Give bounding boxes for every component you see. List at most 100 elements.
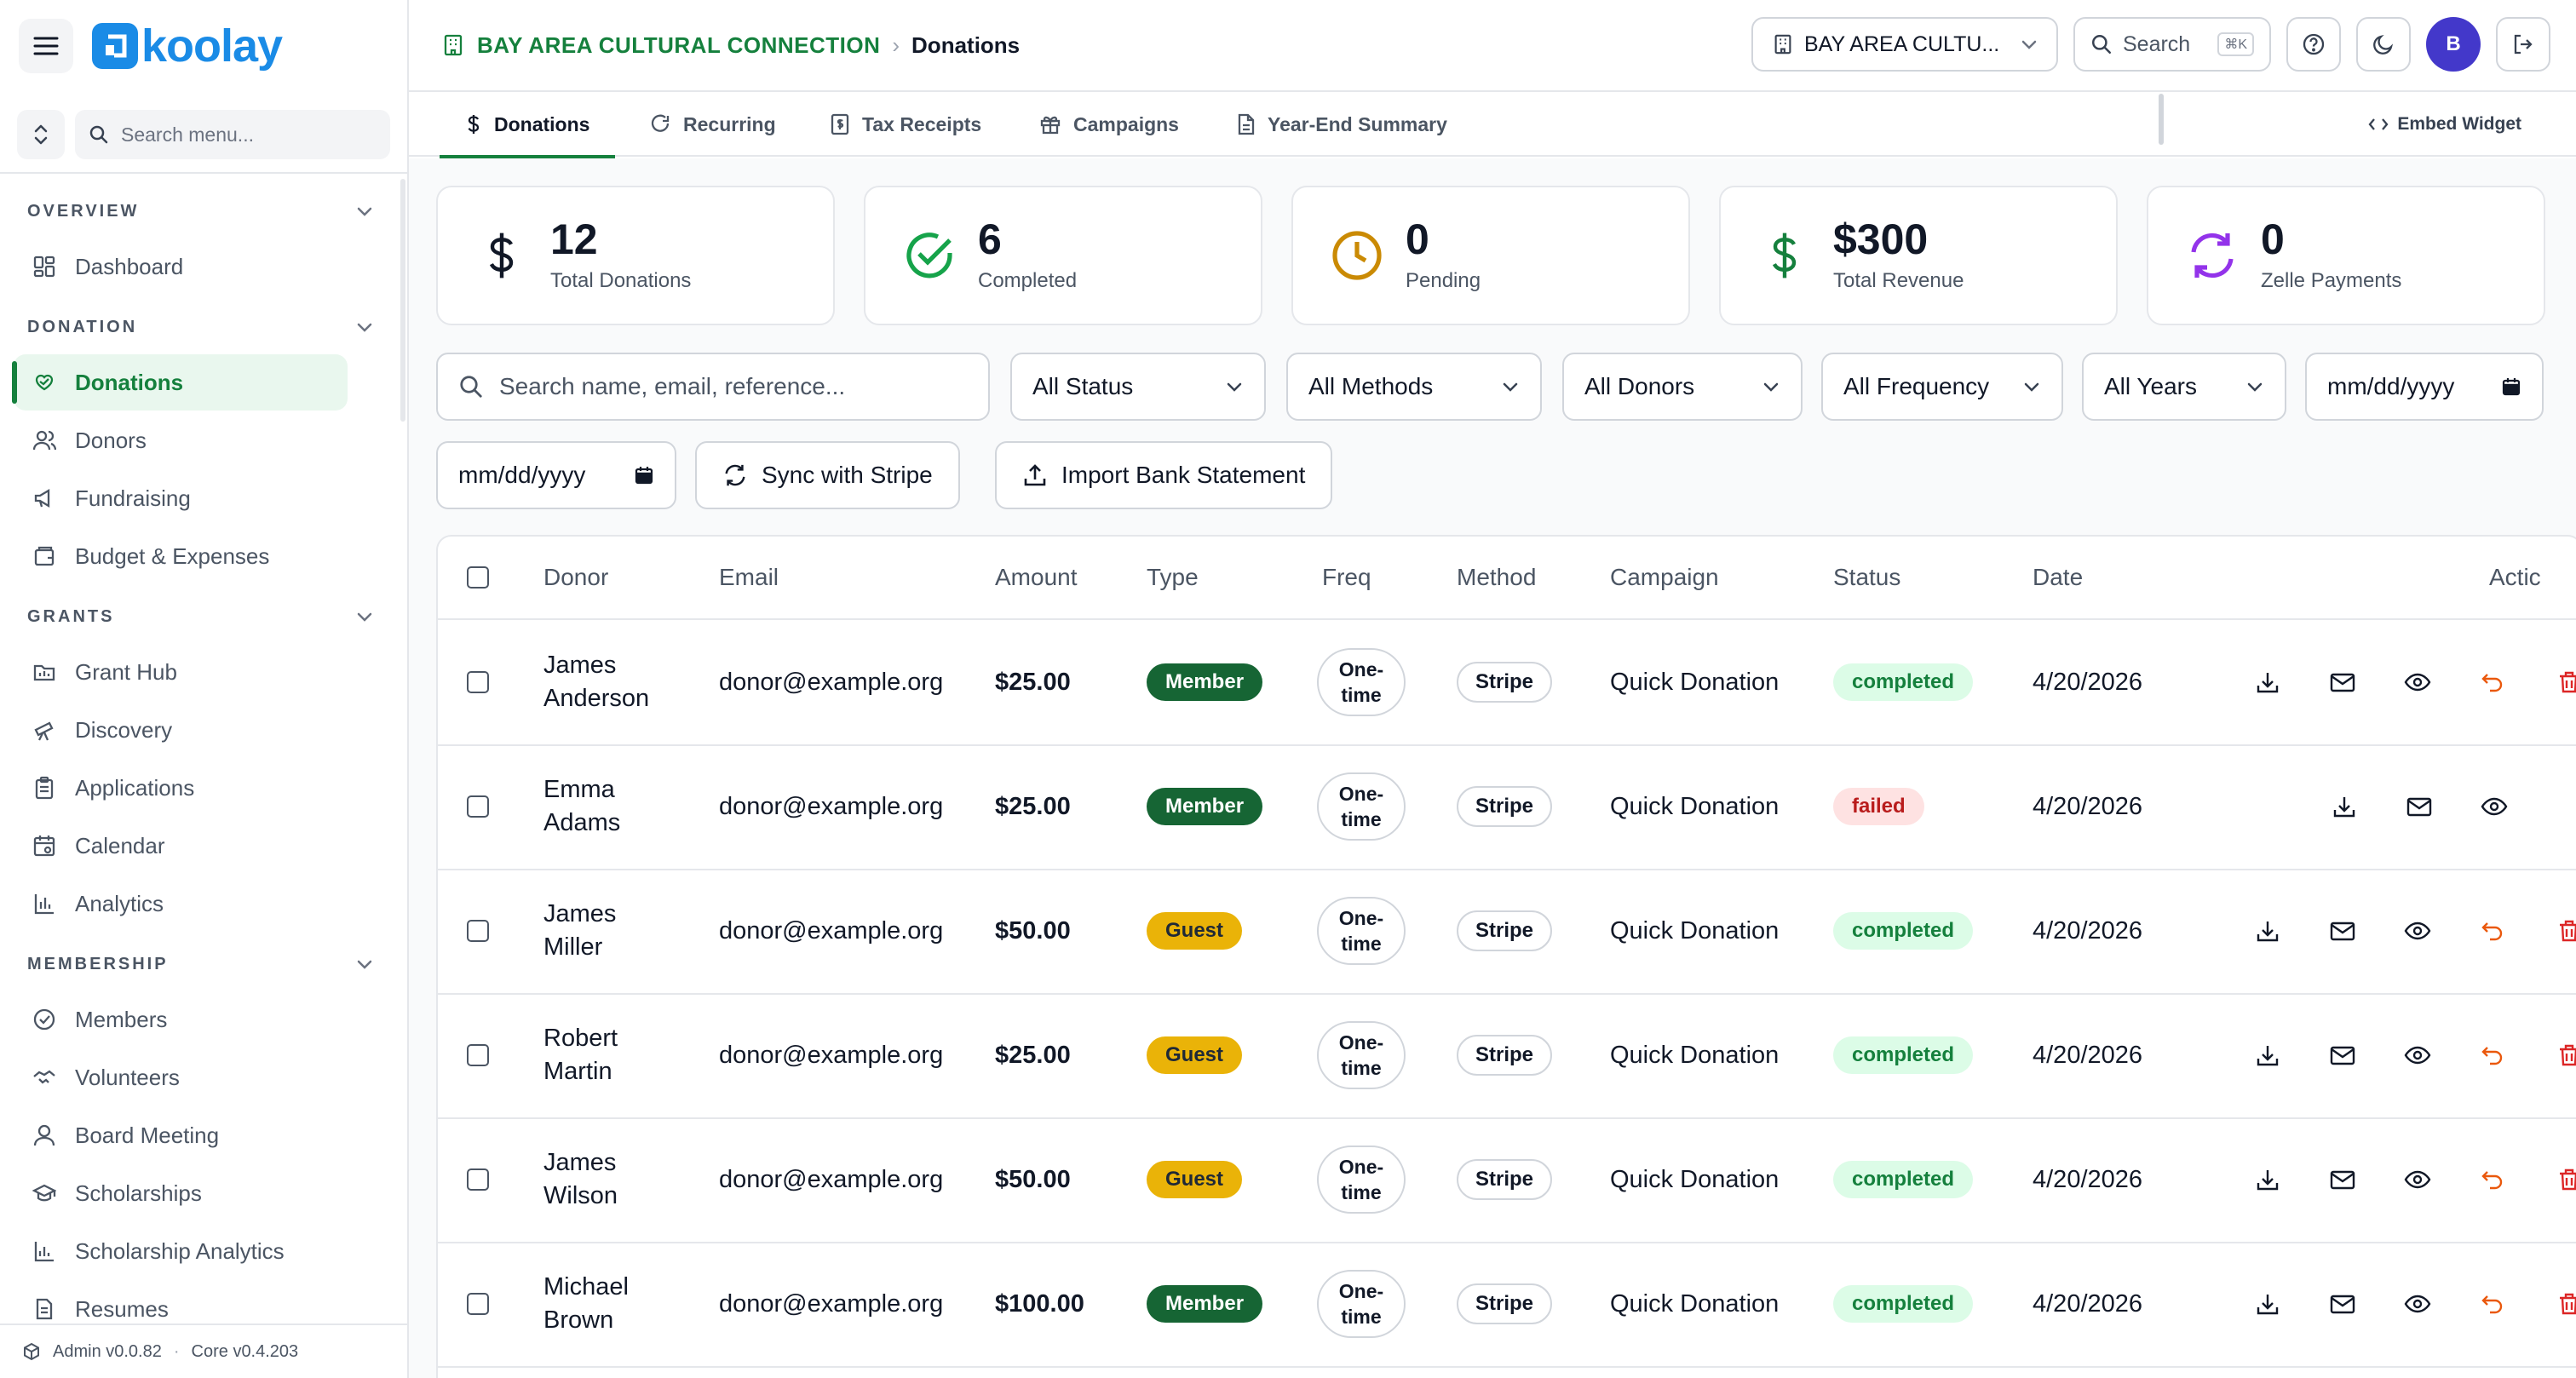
download-receipt-button[interactable] xyxy=(2251,1038,2285,1072)
delete-button[interactable] xyxy=(2552,1287,2576,1321)
delete-button[interactable] xyxy=(2552,914,2576,948)
date-to-input[interactable]: mm/dd/yyyy xyxy=(436,441,676,509)
column-header-type[interactable]: Type xyxy=(1147,537,1199,618)
row-checkbox[interactable] xyxy=(467,1044,489,1066)
tab-donations[interactable]: Donations xyxy=(439,92,617,158)
breadcrumb-org[interactable]: BAY AREA CULTURAL CONNECTION xyxy=(477,32,880,59)
tab-tax-receipts[interactable]: Tax Receipts xyxy=(830,92,981,157)
sync-stripe-button[interactable]: Sync with Stripe xyxy=(695,441,960,509)
table-row[interactable]: Robert Martin donor@example.org $25.00 Guest… xyxy=(438,993,2576,1117)
section-donation[interactable]: DONATION xyxy=(0,301,400,353)
section-grants[interactable]: GRANTS xyxy=(0,591,400,642)
section-membership[interactable]: MEMBERSHIP xyxy=(0,939,400,990)
sidebar-item-scholarship-analytics[interactable]: Scholarship Analytics xyxy=(14,1223,348,1279)
email-receipt-button[interactable] xyxy=(2326,1163,2360,1197)
refund-button[interactable] xyxy=(2475,1038,2510,1072)
row-checkbox[interactable] xyxy=(467,920,489,942)
donor-name[interactable]: Michael Brown xyxy=(543,1271,663,1337)
refund-button[interactable] xyxy=(2475,914,2510,948)
refund-button[interactable] xyxy=(2475,1163,2510,1197)
refund-button[interactable] xyxy=(2475,1287,2510,1321)
user-avatar[interactable]: B xyxy=(2426,17,2481,72)
download-receipt-button[interactable] xyxy=(2251,914,2285,948)
row-checkbox[interactable] xyxy=(467,1168,489,1191)
column-header-date[interactable]: Date xyxy=(2033,537,2083,618)
donor-name[interactable]: Robert Martin xyxy=(543,1022,663,1088)
frequency-filter-select[interactable]: All Frequency xyxy=(1821,353,2063,421)
email-receipt-button[interactable] xyxy=(2326,1287,2360,1321)
donor-name[interactable]: James Wilson xyxy=(543,1146,663,1213)
donor-name[interactable]: Emma Adams xyxy=(543,773,663,840)
tab-campaigns[interactable]: Campaigns xyxy=(1039,92,1179,157)
column-header-amount[interactable]: Amount xyxy=(995,537,1078,618)
app-logo[interactable]: koolay xyxy=(92,20,283,72)
email-receipt-button[interactable] xyxy=(2402,789,2436,824)
column-header-freq[interactable]: Freq xyxy=(1322,537,1371,618)
column-header-method[interactable]: Method xyxy=(1457,537,1536,618)
download-receipt-button[interactable] xyxy=(2251,1163,2285,1197)
view-donation-button[interactable] xyxy=(2401,1287,2435,1321)
select-all-checkbox[interactable] xyxy=(467,566,489,589)
sidebar-item-budget-expenses[interactable]: Budget & Expenses xyxy=(14,528,348,584)
row-checkbox[interactable] xyxy=(467,795,489,818)
row-checkbox[interactable] xyxy=(467,1293,489,1315)
sidebar-item-grant-hub[interactable]: Grant Hub xyxy=(14,644,348,700)
view-donation-button[interactable] xyxy=(2401,1038,2435,1072)
donor-name[interactable]: James Anderson xyxy=(543,649,663,715)
import-bank-statement-button[interactable]: Import Bank Statement xyxy=(995,441,1333,509)
table-row[interactable]: Michael Brown donor@example.org $100.00 Memb… xyxy=(438,1242,2576,1366)
sidebar-item-scholarships[interactable]: Scholarships xyxy=(14,1165,348,1221)
sidebar-item-applications[interactable]: Applications xyxy=(14,760,348,816)
sidebar-item-discovery[interactable]: Discovery xyxy=(14,702,348,758)
donor-name[interactable]: James Miller xyxy=(543,898,663,964)
year-filter-select[interactable]: All Years xyxy=(2082,353,2286,421)
email-receipt-button[interactable] xyxy=(2326,665,2360,699)
sidebar-item-resumes[interactable]: Resumes xyxy=(14,1281,348,1320)
expand-collapse-button[interactable] xyxy=(17,110,65,159)
delete-button[interactable] xyxy=(2552,1163,2576,1197)
view-donation-button[interactable] xyxy=(2401,1163,2435,1197)
embed-widget-button[interactable]: Embed Widget xyxy=(2368,92,2521,157)
status-filter-select[interactable]: All Status xyxy=(1010,353,1266,421)
section-overview[interactable]: OVERVIEW xyxy=(0,186,400,237)
delete-button[interactable] xyxy=(2552,665,2576,699)
view-donation-button[interactable] xyxy=(2401,914,2435,948)
menu-toggle-button[interactable] xyxy=(19,19,73,73)
download-receipt-button[interactable] xyxy=(2251,665,2285,699)
help-button[interactable] xyxy=(2286,17,2341,72)
email-receipt-button[interactable] xyxy=(2326,914,2360,948)
method-filter-select[interactable]: All Methods xyxy=(1286,353,1542,421)
table-row[interactable]: Emma Adams donor@example.org $25.00 Member On… xyxy=(438,744,2576,869)
donor-filter-select[interactable]: All Donors xyxy=(1562,353,1803,421)
table-row[interactable]: James Wilson donor@example.org $50.00 Guest O… xyxy=(438,1117,2576,1242)
row-checkbox[interactable] xyxy=(467,671,489,693)
tab-recurring[interactable]: Recurring xyxy=(649,92,776,157)
sidebar-item-volunteers[interactable]: Volunteers xyxy=(14,1049,348,1105)
sidebar-item-board-meeting[interactable]: Board Meeting xyxy=(14,1107,348,1163)
donation-search-input[interactable]: Search name, email, reference... xyxy=(436,353,990,421)
sidebar-item-dashboard[interactable]: Dashboard xyxy=(14,238,348,295)
main-scrollbar[interactable] xyxy=(2159,94,2164,145)
sidebar-search-input[interactable]: Search menu... xyxy=(75,110,390,159)
sidebar-item-analytics[interactable]: Analytics xyxy=(14,876,348,932)
table-row[interactable]: James Miller donor@example.org $50.00 Guest O… xyxy=(438,869,2576,993)
sidebar-scrollbar[interactable] xyxy=(400,179,405,422)
download-receipt-button[interactable] xyxy=(2251,1287,2285,1321)
sidebar-item-fundraising[interactable]: Fundraising xyxy=(14,470,348,526)
column-header-status[interactable]: Status xyxy=(1833,537,1900,618)
column-header-email[interactable]: Email xyxy=(719,537,779,618)
refund-button[interactable] xyxy=(2475,665,2510,699)
global-search-button[interactable]: Search ⌘K xyxy=(2073,17,2271,72)
tab-year-end-summary[interactable]: Year-End Summary xyxy=(1237,92,1447,157)
column-header-campaign[interactable]: Campaign xyxy=(1610,537,1719,618)
view-donation-button[interactable] xyxy=(2477,789,2511,824)
column-header-donor[interactable]: Donor xyxy=(543,537,608,618)
sidebar-item-calendar[interactable]: Calendar xyxy=(14,818,348,874)
theme-toggle-button[interactable] xyxy=(2356,17,2411,72)
view-donation-button[interactable] xyxy=(2401,665,2435,699)
logout-button[interactable] xyxy=(2496,17,2550,72)
org-selector[interactable]: BAY AREA CULTU... xyxy=(1751,17,2058,72)
sidebar-item-donors[interactable]: Donors xyxy=(14,412,348,468)
table-row[interactable]: James Anderson donor@example.org $25.00 Memb… xyxy=(438,620,2576,744)
delete-button[interactable] xyxy=(2552,1038,2576,1072)
